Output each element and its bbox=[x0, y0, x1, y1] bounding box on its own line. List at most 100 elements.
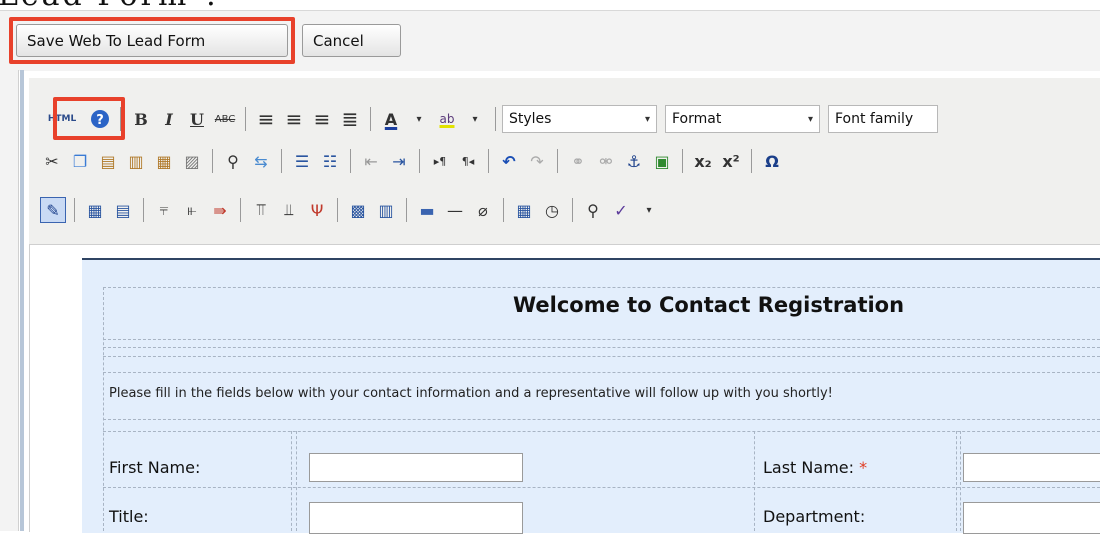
format-select[interactable]: Format ▾ bbox=[665, 105, 820, 133]
font-family-select-label: Font family bbox=[835, 111, 914, 127]
table-gridline bbox=[103, 487, 1100, 488]
table-gridline bbox=[103, 372, 1100, 373]
select-all-icon[interactable]: ▨ bbox=[180, 148, 204, 174]
toolbar-separator bbox=[74, 198, 75, 222]
split-cells-icon[interactable]: ▥ bbox=[374, 197, 398, 223]
redo-icon[interactable]: ↷ bbox=[525, 148, 549, 174]
bullet-list-icon[interactable]: ☰ bbox=[290, 148, 314, 174]
rtl-icon[interactable]: ¶◂ bbox=[456, 148, 480, 174]
spellcheck-icon[interactable]: ✓ bbox=[609, 197, 633, 223]
insert-col-before-icon[interactable]: ⫪ bbox=[249, 197, 273, 223]
highlight-color-icon[interactable]: ab bbox=[435, 106, 459, 132]
styles-select-label: Styles bbox=[509, 111, 552, 127]
cut-icon[interactable]: ✂ bbox=[40, 148, 64, 174]
underline-icon[interactable]: U bbox=[185, 106, 209, 132]
department-field[interactable] bbox=[963, 502, 1100, 534]
cancel-button[interactable]: Cancel bbox=[302, 24, 401, 57]
paste-word-icon[interactable]: ▦ bbox=[152, 148, 176, 174]
left-panel-edge bbox=[0, 70, 19, 531]
table-gridline bbox=[956, 431, 957, 531]
insert-date-icon[interactable]: ▦ bbox=[512, 197, 536, 223]
last-name-field[interactable] bbox=[963, 453, 1100, 482]
table-gridline bbox=[960, 431, 961, 531]
insert-col-after-icon[interactable]: ⫫ bbox=[277, 197, 301, 223]
department-label: Department: bbox=[763, 507, 866, 526]
toolbar-row-1: HTML ? B I U ABC ≡ ≡ ≡ ≣ A ▾ ab ▾ Styles… bbox=[38, 103, 938, 135]
horizontal-line-icon[interactable]: — bbox=[443, 197, 467, 223]
copy-icon[interactable]: ❐ bbox=[68, 148, 92, 174]
table-gridline bbox=[103, 431, 1100, 432]
first-name-field[interactable] bbox=[309, 453, 523, 482]
align-left-icon[interactable]: ≡ bbox=[254, 106, 278, 132]
strikethrough-icon[interactable]: ABC bbox=[213, 106, 237, 132]
toolbar-separator bbox=[240, 198, 241, 222]
align-right-icon[interactable]: ≡ bbox=[310, 106, 334, 132]
toolbar-separator bbox=[495, 107, 496, 131]
left-panel-border bbox=[20, 70, 24, 531]
toolbar-separator bbox=[350, 149, 351, 173]
subscript-icon[interactable]: x₂ bbox=[691, 148, 715, 174]
chevron-down-icon[interactable]: ▾ bbox=[463, 106, 487, 132]
insert-row-after-icon[interactable]: ⫦ bbox=[180, 197, 204, 223]
delete-col-icon[interactable]: Ψ bbox=[305, 197, 329, 223]
indent-icon[interactable]: ⇥ bbox=[387, 148, 411, 174]
preview-icon[interactable]: ⚲ bbox=[581, 197, 605, 223]
toolbar-separator bbox=[406, 198, 407, 222]
chevron-down-icon[interactable]: ▾ bbox=[637, 197, 661, 223]
font-color-icon[interactable]: A bbox=[379, 106, 403, 132]
find-icon[interactable]: ⚲ bbox=[221, 148, 245, 174]
outdent-icon[interactable]: ⇤ bbox=[359, 148, 383, 174]
undo-icon[interactable]: ↶ bbox=[497, 148, 521, 174]
toolbar-separator bbox=[143, 198, 144, 222]
form-instructions: Please fill in the fields below with you… bbox=[109, 386, 833, 401]
table-props-icon[interactable]: ▤ bbox=[111, 197, 135, 223]
first-name-label: First Name: bbox=[109, 458, 201, 477]
title-label: Title: bbox=[109, 507, 149, 526]
font-family-select[interactable]: Font family bbox=[828, 105, 938, 133]
insert-time-icon[interactable]: ◷ bbox=[540, 197, 564, 223]
chevron-down-icon[interactable]: ▾ bbox=[407, 106, 431, 132]
toolbar-separator bbox=[572, 198, 573, 222]
eraser-icon[interactable]: ⌀ bbox=[471, 197, 495, 223]
table-gridline bbox=[103, 419, 1100, 420]
table-gridline bbox=[103, 287, 1100, 288]
styles-select[interactable]: Styles ▾ bbox=[502, 105, 657, 133]
bold-icon[interactable]: B bbox=[129, 106, 153, 132]
numbered-list-icon[interactable]: ☷ bbox=[318, 148, 342, 174]
toolbar-separator bbox=[337, 198, 338, 222]
table-gridline bbox=[754, 431, 755, 531]
form-title: Welcome to Contact Registration bbox=[513, 293, 905, 317]
horizontal-rule-icon[interactable]: ▬ bbox=[415, 197, 439, 223]
table-gridline bbox=[103, 347, 1100, 348]
toolbar-row-3: ✎ ▦ ▤ ⫧ ⫦ ⇛ ⫪ ⫫ Ψ ▩ ▥ ▬ — ⌀ ▦ ◷ ⚲ ✓ ▾ bbox=[38, 194, 663, 226]
paste-icon[interactable]: ▤ bbox=[96, 148, 120, 174]
html-button-highlight bbox=[53, 97, 125, 140]
unlink-icon[interactable]: ⚮ bbox=[594, 148, 618, 174]
ltr-icon[interactable]: ▸¶ bbox=[428, 148, 452, 174]
toolbar-separator bbox=[281, 149, 282, 173]
italic-icon[interactable]: I bbox=[157, 106, 181, 132]
chevron-down-icon: ▾ bbox=[644, 113, 650, 125]
table-icon[interactable]: ▦ bbox=[83, 197, 107, 223]
image-icon[interactable]: ▣ bbox=[650, 148, 674, 174]
toolbar-separator bbox=[503, 198, 504, 222]
chevron-down-icon: ▾ bbox=[807, 113, 813, 125]
delete-row-icon[interactable]: ⇛ bbox=[208, 197, 232, 223]
title-field[interactable] bbox=[309, 502, 523, 534]
toolbar-separator bbox=[370, 107, 371, 131]
table-gridline bbox=[103, 287, 104, 531]
merge-cells-icon[interactable]: ▩ bbox=[346, 197, 370, 223]
superscript-icon[interactable]: x² bbox=[719, 148, 743, 174]
insert-row-before-icon[interactable]: ⫧ bbox=[152, 197, 176, 223]
align-center-icon[interactable]: ≡ bbox=[282, 106, 306, 132]
toolbar-separator bbox=[682, 149, 683, 173]
edit-source-icon[interactable]: ✎ bbox=[40, 197, 66, 223]
special-char-icon[interactable]: Ω bbox=[760, 148, 784, 174]
table-gridline bbox=[291, 431, 292, 531]
replace-icon[interactable]: ⇆ bbox=[249, 148, 273, 174]
link-icon[interactable]: ⚭ bbox=[566, 148, 590, 174]
align-justify-icon[interactable]: ≣ bbox=[338, 106, 362, 132]
paste-text-icon[interactable]: ▥ bbox=[124, 148, 148, 174]
save-button-highlight bbox=[9, 17, 295, 64]
anchor-icon[interactable]: ⚓ bbox=[622, 148, 646, 174]
